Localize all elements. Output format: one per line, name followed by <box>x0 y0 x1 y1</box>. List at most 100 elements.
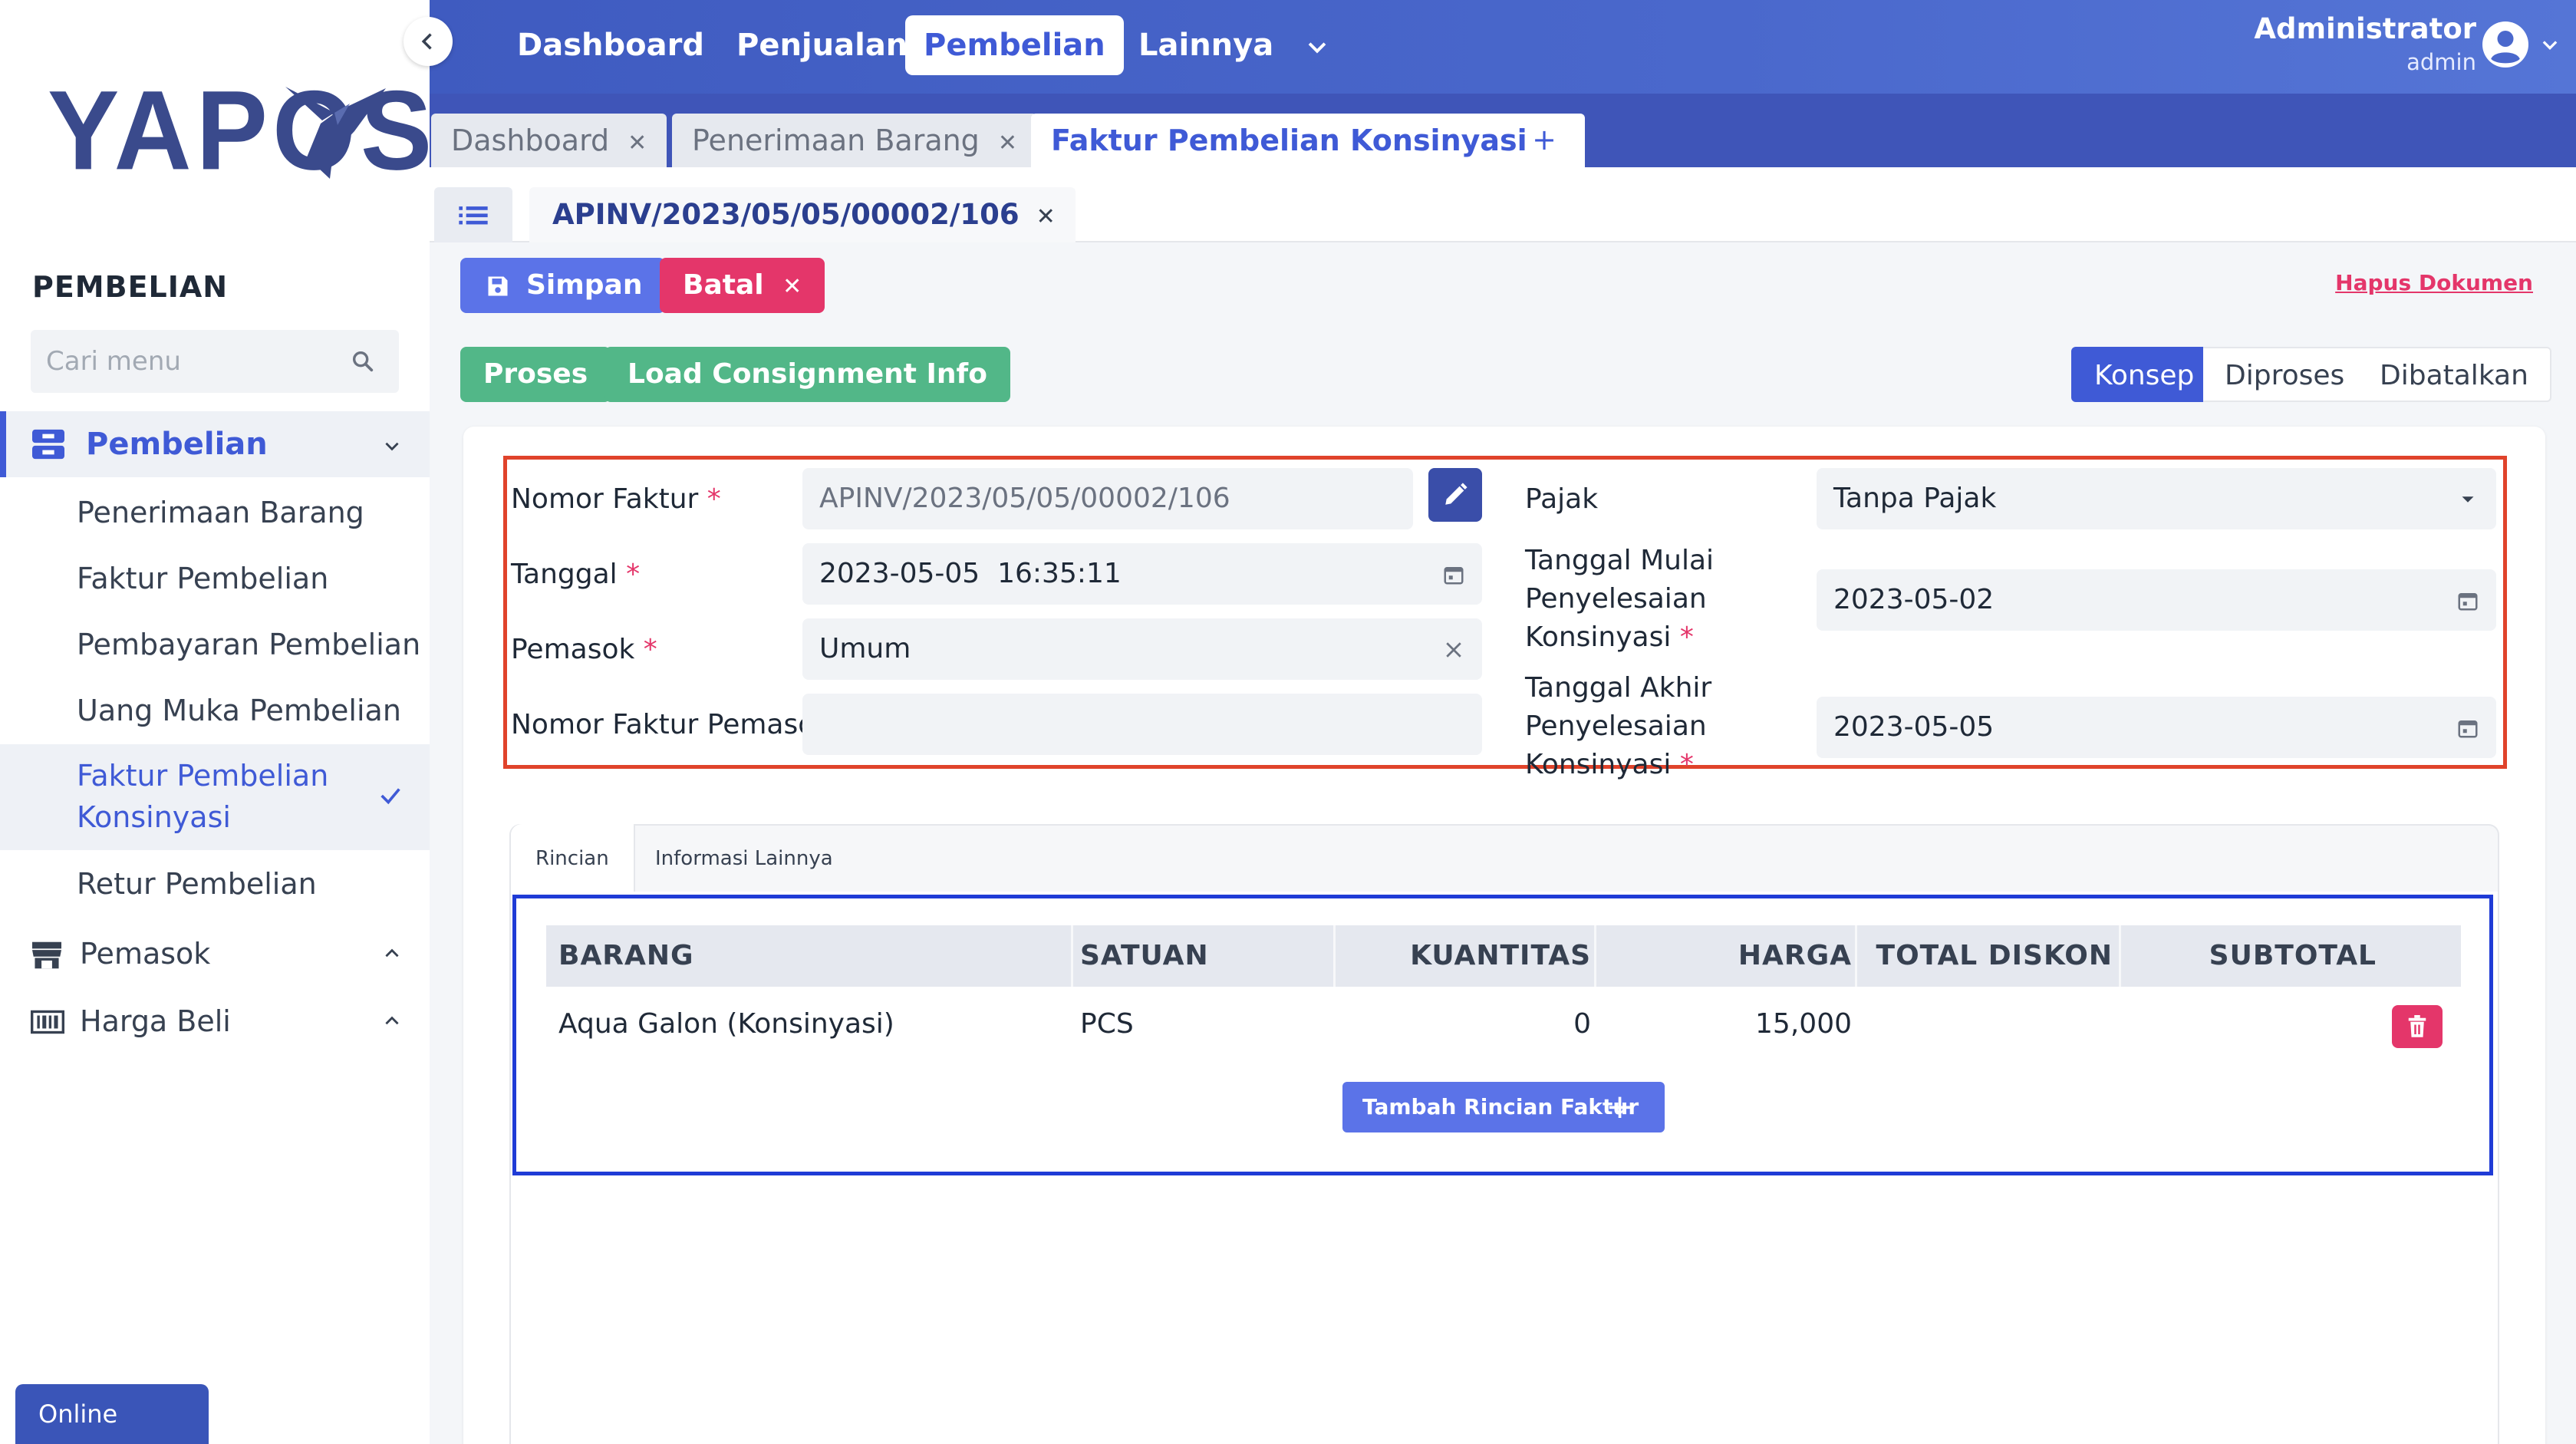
tab-rincian[interactable]: Rincian <box>511 824 635 893</box>
topnav-lainnya[interactable]: Lainnya <box>1120 15 1292 75</box>
calendar-icon[interactable] <box>1442 563 1465 586</box>
topnav-penjualan[interactable]: Penjualan <box>718 15 926 75</box>
sidebar-item-label: Uang Muka Pembelian <box>77 694 401 727</box>
sidebar-item-uang-muka-pembelian[interactable]: Uang Muka Pembelian <box>0 687 430 734</box>
sidebar-item-label: Penerimaan Barang <box>77 496 364 529</box>
add-invoice-detail-button[interactable]: Tambah Rincian Faktur + <box>1342 1082 1665 1132</box>
caret-down-icon[interactable] <box>2456 488 2479 511</box>
tanggal-label: Tanggal * <box>511 556 640 594</box>
column-divider <box>1333 925 1336 987</box>
column-header-subtotal: SUBTOTAL <box>2209 940 2377 971</box>
close-icon[interactable]: ✕ <box>998 130 1017 157</box>
required-mark: * <box>707 483 721 515</box>
sidebar-group-pemasok[interactable]: Pemasok <box>0 927 430 981</box>
save-button[interactable]: Simpan <box>460 258 666 313</box>
sidebar-group-harga-beli[interactable]: Harga Beli <box>0 994 430 1048</box>
chevron-down-icon[interactable] <box>1304 34 1330 60</box>
calendar-icon[interactable] <box>2456 589 2479 612</box>
user-avatar-icon[interactable] <box>2482 21 2528 68</box>
tab-informasi-lainnya[interactable]: Informasi Lainnya <box>631 824 858 893</box>
sidebar-item-faktur-pembelian[interactable]: Faktur Pembelian <box>0 556 430 602</box>
load-consignment-info-button[interactable]: Load Consignment Info <box>604 347 1010 402</box>
nomor-faktur-pemasok-label: Nomor Faktur Pemasok <box>511 709 832 740</box>
column-divider <box>2119 925 2121 987</box>
cell-kuantitas[interactable]: 0 <box>1342 1005 1591 1043</box>
topnav-pembelian[interactable]: Pembelian <box>905 15 1124 75</box>
column-header-harga: HARGA <box>1738 940 1852 971</box>
field-value: 2023-05-05 <box>1833 711 1995 743</box>
status-step-konsep: Konsep <box>2071 347 2218 402</box>
check-icon <box>380 788 400 805</box>
nomor-faktur-pemasok-input[interactable] <box>802 694 1482 755</box>
tab-label: Dashboard <box>451 124 610 157</box>
sidebar-section-title: PEMBELIAN <box>32 270 229 304</box>
cell-satuan[interactable]: PCS <box>1080 1005 1134 1043</box>
close-icon[interactable]: ✕ <box>628 130 647 157</box>
inbox-tray-icon <box>32 429 64 460</box>
field-value: Umum <box>819 633 911 664</box>
document-tab-label: APINV/2023/05/05/00002/106 <box>552 198 1020 231</box>
column-divider <box>1071 925 1073 987</box>
tanggal-akhir-label: Tanggal Akhir Penyelesaian Konsinyasi * <box>1525 669 1711 784</box>
add-invoice-detail-label: Tambah Rincian Faktur <box>1362 1094 1639 1119</box>
tab-label: Faktur Pembelian Konsinyasi <box>1051 124 1527 157</box>
floppy-disk-icon <box>488 276 508 296</box>
top-navbar: Dashboard Penjualan Pembelian Lainnya Ad… <box>430 0 2576 94</box>
pajak-select[interactable]: Tanpa Pajak <box>1817 468 2496 529</box>
label-line: Konsinyasi * <box>1525 746 1711 784</box>
chevron-left-icon <box>421 33 432 50</box>
sidebar-item-penerimaan-barang[interactable]: Penerimaan Barang <box>0 490 430 536</box>
sidebar: YAPOS PEMBELIAN Pembelian Penerimaan Bar… <box>0 0 432 1444</box>
menu-search-input[interactable] <box>46 330 338 393</box>
menu-search-box <box>31 330 399 393</box>
topnav-dashboard[interactable]: Dashboard <box>499 15 723 75</box>
required-mark: * <box>626 559 641 590</box>
required-mark: * <box>643 634 657 665</box>
status-step-dibatalkan: Dibatalkan <box>2358 347 2551 402</box>
sidebar-group-pembelian[interactable]: Pembelian <box>0 411 430 477</box>
cell-subtotal[interactable] <box>2128 1005 2377 1043</box>
process-button[interactable]: Proses <box>460 347 611 402</box>
search-icon[interactable] <box>350 348 376 374</box>
column-divider <box>1594 925 1596 987</box>
cancel-button[interactable]: Batal ✕ <box>660 258 825 313</box>
status-step-diproses: Diproses <box>2203 347 2368 402</box>
nomor-faktur-field[interactable]: APINV/2023/05/05/00002/106 <box>802 468 1413 529</box>
edit-number-button[interactable] <box>1428 468 1482 522</box>
calendar-icon[interactable] <box>2456 717 2479 740</box>
tab-faktur-pembelian-konsinyasi[interactable]: Faktur Pembelian Konsinyasi✕ <box>1031 114 1585 167</box>
tab-dashboard[interactable]: Dashboard ✕ <box>431 114 667 167</box>
chevron-down-icon <box>385 442 399 451</box>
cell-harga[interactable]: 15,000 <box>1603 1005 1852 1043</box>
pemasok-select[interactable]: Umum <box>802 618 1482 680</box>
add-tab-button[interactable]: + <box>1527 123 1562 158</box>
sidebar-item-pembayaran-pembelian[interactable]: Pembayaran Pembelian <box>0 621 430 668</box>
tanggal-field[interactable]: 2023-05-05 16:35:11 <box>802 543 1482 605</box>
tab-penerimaan-barang[interactable]: Penerimaan Barang ✕ <box>672 114 1037 167</box>
required-mark: * <box>1679 621 1694 653</box>
sidebar-collapse-button[interactable] <box>404 17 453 66</box>
label-line: Penyelesaian <box>1525 710 1707 742</box>
document-tab[interactable]: APINV/2023/05/05/00002/106 ✕ <box>529 187 1076 242</box>
column-header-kuantitas: KUANTITAS <box>1410 940 1591 971</box>
cell-barang[interactable]: Aqua Galon (Konsinyasi) <box>558 1005 894 1043</box>
sidebar-item-retur-pembelian[interactable]: Retur Pembelian <box>0 861 430 907</box>
delete-row-button[interactable] <box>2392 1005 2443 1048</box>
tanggal-akhir-field[interactable]: 2023-05-05 <box>1817 697 2496 758</box>
cell-total-diskon[interactable] <box>1864 1005 2113 1043</box>
column-header-satuan: SATUAN <box>1080 940 1209 971</box>
field-value: Tanpa Pajak <box>1833 483 1997 514</box>
list-icon <box>459 206 488 225</box>
close-icon[interactable]: ✕ <box>1036 203 1056 230</box>
column-header-total-diskon: TOTAL DISKON <box>1876 940 2113 971</box>
barcode-icon <box>31 1010 64 1034</box>
sidebar-item-faktur-pembelian-konsinyasi[interactable]: Faktur Pembelian Konsinyasi <box>0 744 430 850</box>
chevron-down-icon[interactable] <box>2539 34 2561 55</box>
field-value: APINV/2023/05/05/00002/106 <box>819 483 1230 514</box>
field-value: 2023-05-05 16:35:11 <box>819 558 1122 589</box>
document-list-button[interactable] <box>434 187 512 242</box>
clear-icon[interactable] <box>1442 638 1465 661</box>
delete-document-link[interactable]: Hapus Dokumen <box>2335 270 2533 295</box>
tanggal-mulai-field[interactable]: 2023-05-02 <box>1817 569 2496 631</box>
label-text: Konsinyasi <box>1525 749 1672 780</box>
